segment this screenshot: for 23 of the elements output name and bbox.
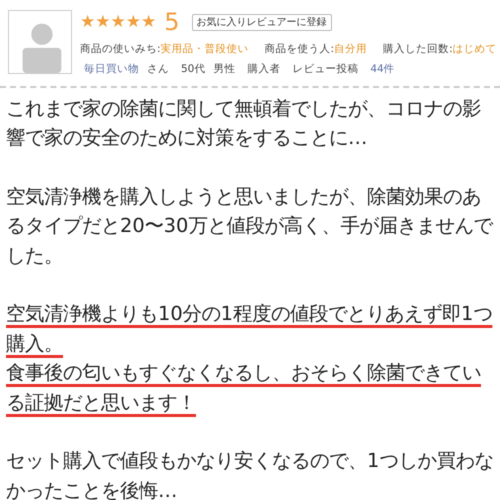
- star-icon: ★: [141, 14, 156, 30]
- rating-value: 5: [164, 10, 180, 34]
- star-icon: ★: [126, 14, 141, 30]
- honorific-text: さん: [147, 62, 169, 77]
- attribute-text: 商品の使いみち:実用品・普段使い: [80, 42, 249, 57]
- age-text: 50代: [181, 62, 206, 77]
- star-icon: ★: [80, 14, 96, 30]
- star-icon: ★: [110, 14, 126, 30]
- star-icon: ★: [95, 14, 110, 30]
- review-sentence: 空気清浄機よりも10分の1程度の値段でとりあえず即1つ購入。: [6, 302, 492, 354]
- attribute-text: 購入した回数:はじめて: [383, 42, 497, 57]
- attribute-text: 商品を使う人:自分用: [264, 42, 368, 57]
- review-sentence: 空気清浄機を購入しようと思いましたが、除菌効果のあるタイプだと20〜30万と値段が高く、手が届きませんでした。: [6, 184, 492, 266]
- review-sentence: 食事後の匂いもすぐなくなるし、おそらく除菌できている証拠だと思います！: [6, 361, 481, 414]
- favorite-reviewer-button[interactable]: お気に入りレビュアーに登録: [192, 14, 332, 30]
- reviewer-name-link[interactable]: 毎日買い物: [84, 62, 139, 78]
- avatar-icon: [8, 10, 72, 74]
- buyer-text: 購入者: [247, 62, 280, 77]
- review-count-link[interactable]: 44件: [370, 62, 395, 78]
- review-count-label: レビュー投稿: [292, 62, 358, 77]
- review-sentence: これまで家の除菌に関して無頓着でしたが、コロナの影響で家の安全のために対策をすることに…: [6, 96, 481, 149]
- review-sentence: セット購入で値段もかなり安くなるので、1つしか買わなかったことを後悔…: [6, 449, 494, 500]
- gender-text: 男性: [213, 62, 236, 77]
